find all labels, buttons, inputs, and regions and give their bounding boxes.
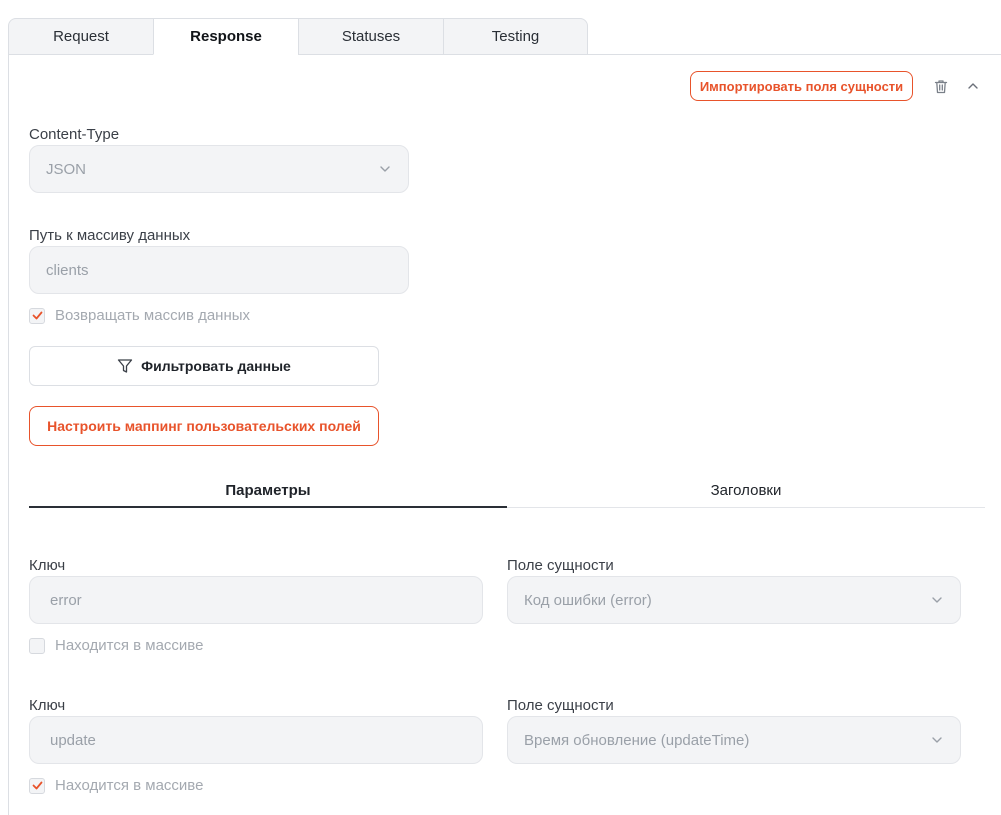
in-array-checkbox[interactable]: Находится в массиве <box>29 637 203 654</box>
entity-field-value: Время обновление (updateTime) <box>524 731 750 749</box>
tab-testing[interactable]: Testing <box>443 18 588 55</box>
chevron-up-icon[interactable] <box>963 76 983 96</box>
chevron-down-icon <box>378 162 392 176</box>
entity-field-value: Код ошибки (error) <box>524 591 652 609</box>
tab-response[interactable]: Response <box>153 18 298 55</box>
entity-field-label: Поле сущности <box>507 697 614 714</box>
checkbox-empty-icon <box>29 637 45 654</box>
import-entity-fields-button[interactable]: Импортировать поля сущности <box>690 71 913 101</box>
in-array-label: Находится в массиве <box>55 777 204 794</box>
chevron-down-icon <box>930 733 944 747</box>
content-type-value: JSON <box>46 160 87 178</box>
filter-icon <box>117 358 133 374</box>
key-label: Ключ <box>29 557 66 574</box>
checkmark-icon <box>29 777 45 794</box>
content-type-label: Content-Type <box>29 126 120 143</box>
key-value: update <box>50 731 96 749</box>
checkmark-icon <box>29 307 45 324</box>
return-array-checkbox[interactable]: Возвращать массив данных <box>29 307 250 324</box>
entity-field-select[interactable]: Время обновление (updateTime) <box>507 716 961 764</box>
tab-headers[interactable]: Заголовки <box>507 478 985 507</box>
trash-icon[interactable] <box>931 76 951 96</box>
data-path-label: Путь к массиву данных <box>29 227 191 244</box>
sub-tabs: Параметры Заголовки <box>29 478 985 508</box>
key-value: error <box>50 591 82 609</box>
data-path-value: clients <box>46 261 89 279</box>
main-tabs: Request Response Statuses Testing <box>8 18 588 55</box>
tab-parameters[interactable]: Параметры <box>29 478 507 508</box>
filter-data-button[interactable]: Фильтровать данные <box>29 346 379 386</box>
key-input[interactable]: error <box>29 576 483 624</box>
entity-field-label: Поле сущности <box>507 557 614 574</box>
content-type-select[interactable]: JSON <box>29 145 409 193</box>
in-array-label: Находится в массиве <box>55 637 204 654</box>
key-label: Ключ <box>29 697 66 714</box>
chevron-down-icon <box>930 593 944 607</box>
in-array-checkbox[interactable]: Находится в массиве <box>29 777 203 794</box>
data-path-input[interactable]: clients <box>29 246 409 294</box>
entity-field-select[interactable]: Код ошибки (error) <box>507 576 961 624</box>
tab-statuses[interactable]: Statuses <box>298 18 443 55</box>
tab-request[interactable]: Request <box>8 18 153 55</box>
configure-mapping-button[interactable]: Настроить маппинг пользовательских полей <box>29 406 379 446</box>
key-input[interactable]: update <box>29 716 483 764</box>
return-array-label: Возвращать массив данных <box>55 307 251 324</box>
filter-data-label: Фильтровать данные <box>141 358 291 374</box>
